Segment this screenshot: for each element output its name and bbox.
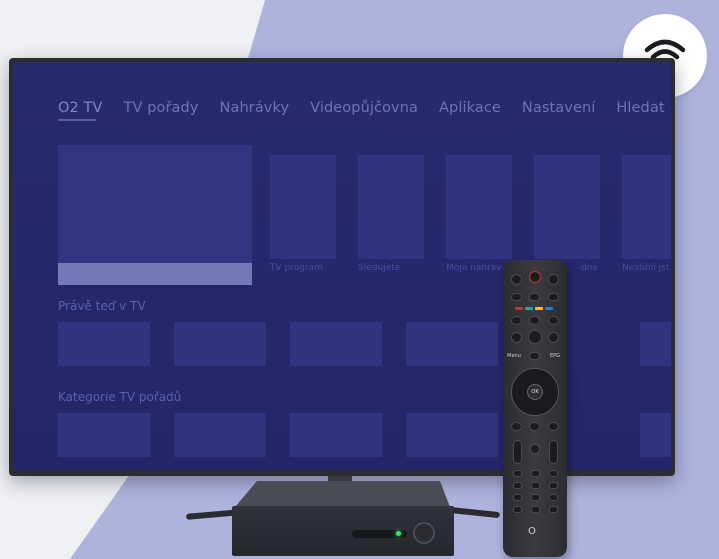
record-button[interactable] xyxy=(529,352,540,360)
yellow-button[interactable] xyxy=(535,307,543,310)
now-tile[interactable] xyxy=(290,322,382,366)
teletext-button[interactable] xyxy=(548,422,559,431)
tile-label-tv-program: TV program xyxy=(270,263,323,273)
blue-button[interactable] xyxy=(545,307,553,310)
play-pause-button[interactable] xyxy=(528,330,542,344)
hero-tile-caption-bar xyxy=(58,263,252,285)
tv-nav-aplikace[interactable]: Aplikace xyxy=(439,100,501,116)
tv-nav-hledat[interactable]: Hledat xyxy=(616,100,664,116)
active-tab-underline xyxy=(58,119,96,121)
tile-label-moje-nahravky: Moje nahráv xyxy=(446,263,502,273)
category-tile[interactable] xyxy=(58,413,150,457)
forward-button[interactable] xyxy=(548,316,559,325)
back-button[interactable] xyxy=(511,422,522,431)
section-title-now-on-tv: Právě teď v TV xyxy=(58,299,146,313)
tv-nav-bar: O2 TV TV pořady Nahrávky Videopůjčovna A… xyxy=(58,100,671,116)
volume-rocker[interactable] xyxy=(513,440,522,464)
section-title-categories: Kategorie TV pořadů xyxy=(58,390,182,404)
tv-screen: O2 TV TV pořady Nahrávky Videopůjčovna A… xyxy=(13,62,671,470)
power-button[interactable] xyxy=(529,271,541,283)
number-key[interactable] xyxy=(549,506,558,513)
now-tile[interactable] xyxy=(58,322,150,366)
prev-button[interactable] xyxy=(511,332,522,343)
tv-nav-nahravky[interactable]: Nahrávky xyxy=(220,100,290,116)
tile-label-nestihli: Nestihli jst xyxy=(622,263,670,273)
now-tile[interactable] xyxy=(640,322,671,366)
now-tile[interactable] xyxy=(174,322,266,366)
tile-moje-nahravky[interactable] xyxy=(446,155,512,259)
remote-control: Menu EPG OK O xyxy=(503,260,567,557)
category-tile[interactable] xyxy=(640,413,671,457)
remote-button[interactable] xyxy=(548,274,559,285)
number-key[interactable] xyxy=(513,506,522,513)
mute-button[interactable] xyxy=(530,444,540,454)
red-button[interactable] xyxy=(515,307,523,310)
tile-nestihli[interactable] xyxy=(622,155,671,259)
stop-button[interactable] xyxy=(529,316,540,325)
number-key[interactable] xyxy=(513,470,522,477)
remote-button[interactable] xyxy=(529,293,540,301)
now-tile[interactable] xyxy=(406,322,498,366)
tile-label-dne: dne xyxy=(581,263,598,273)
number-key[interactable] xyxy=(549,482,558,489)
rewind-button[interactable] xyxy=(511,316,522,325)
number-key[interactable] xyxy=(513,494,522,501)
green-button[interactable] xyxy=(525,307,533,310)
menu-key-label[interactable]: Menu xyxy=(507,353,521,359)
set-top-box-top xyxy=(235,481,450,507)
tv-nav-tv-porady[interactable]: TV pořady xyxy=(124,100,199,116)
info-button[interactable] xyxy=(529,422,540,431)
ok-button[interactable]: OK xyxy=(527,384,543,400)
category-tile[interactable] xyxy=(406,413,498,457)
remote-button[interactable] xyxy=(548,293,559,301)
number-key[interactable] xyxy=(531,506,540,513)
tv-nav-o2tv[interactable]: O2 TV xyxy=(58,100,103,116)
tv-nav-videopujcovna[interactable]: Videopůjčovna xyxy=(310,100,418,116)
number-key[interactable] xyxy=(531,482,540,489)
ok-label: OK xyxy=(531,389,539,395)
number-key[interactable] xyxy=(531,470,540,477)
tile-label-sledujete: Sledujete xyxy=(358,263,401,273)
number-key[interactable] xyxy=(549,494,558,501)
number-key[interactable] xyxy=(513,482,522,489)
category-tile[interactable] xyxy=(174,413,266,457)
remote-button[interactable] xyxy=(511,274,522,285)
epg-key-label[interactable]: EPG xyxy=(548,353,562,359)
tv-nav-nastaveni[interactable]: Nastavení xyxy=(522,100,595,116)
tile-dne[interactable] xyxy=(534,155,600,259)
remote-button[interactable] xyxy=(511,293,522,301)
set-top-box-led xyxy=(396,531,401,536)
next-button[interactable] xyxy=(548,332,559,343)
number-key[interactable] xyxy=(531,494,540,501)
remote-o2-logo: O xyxy=(528,526,536,537)
channel-rocker[interactable] xyxy=(549,440,558,464)
hero-tile[interactable] xyxy=(58,145,252,263)
tile-sledujete[interactable] xyxy=(358,155,424,259)
set-top-box-knob xyxy=(413,522,435,544)
tile-tv-program[interactable] xyxy=(270,155,336,259)
number-key[interactable] xyxy=(549,470,558,477)
category-tile[interactable] xyxy=(290,413,382,457)
